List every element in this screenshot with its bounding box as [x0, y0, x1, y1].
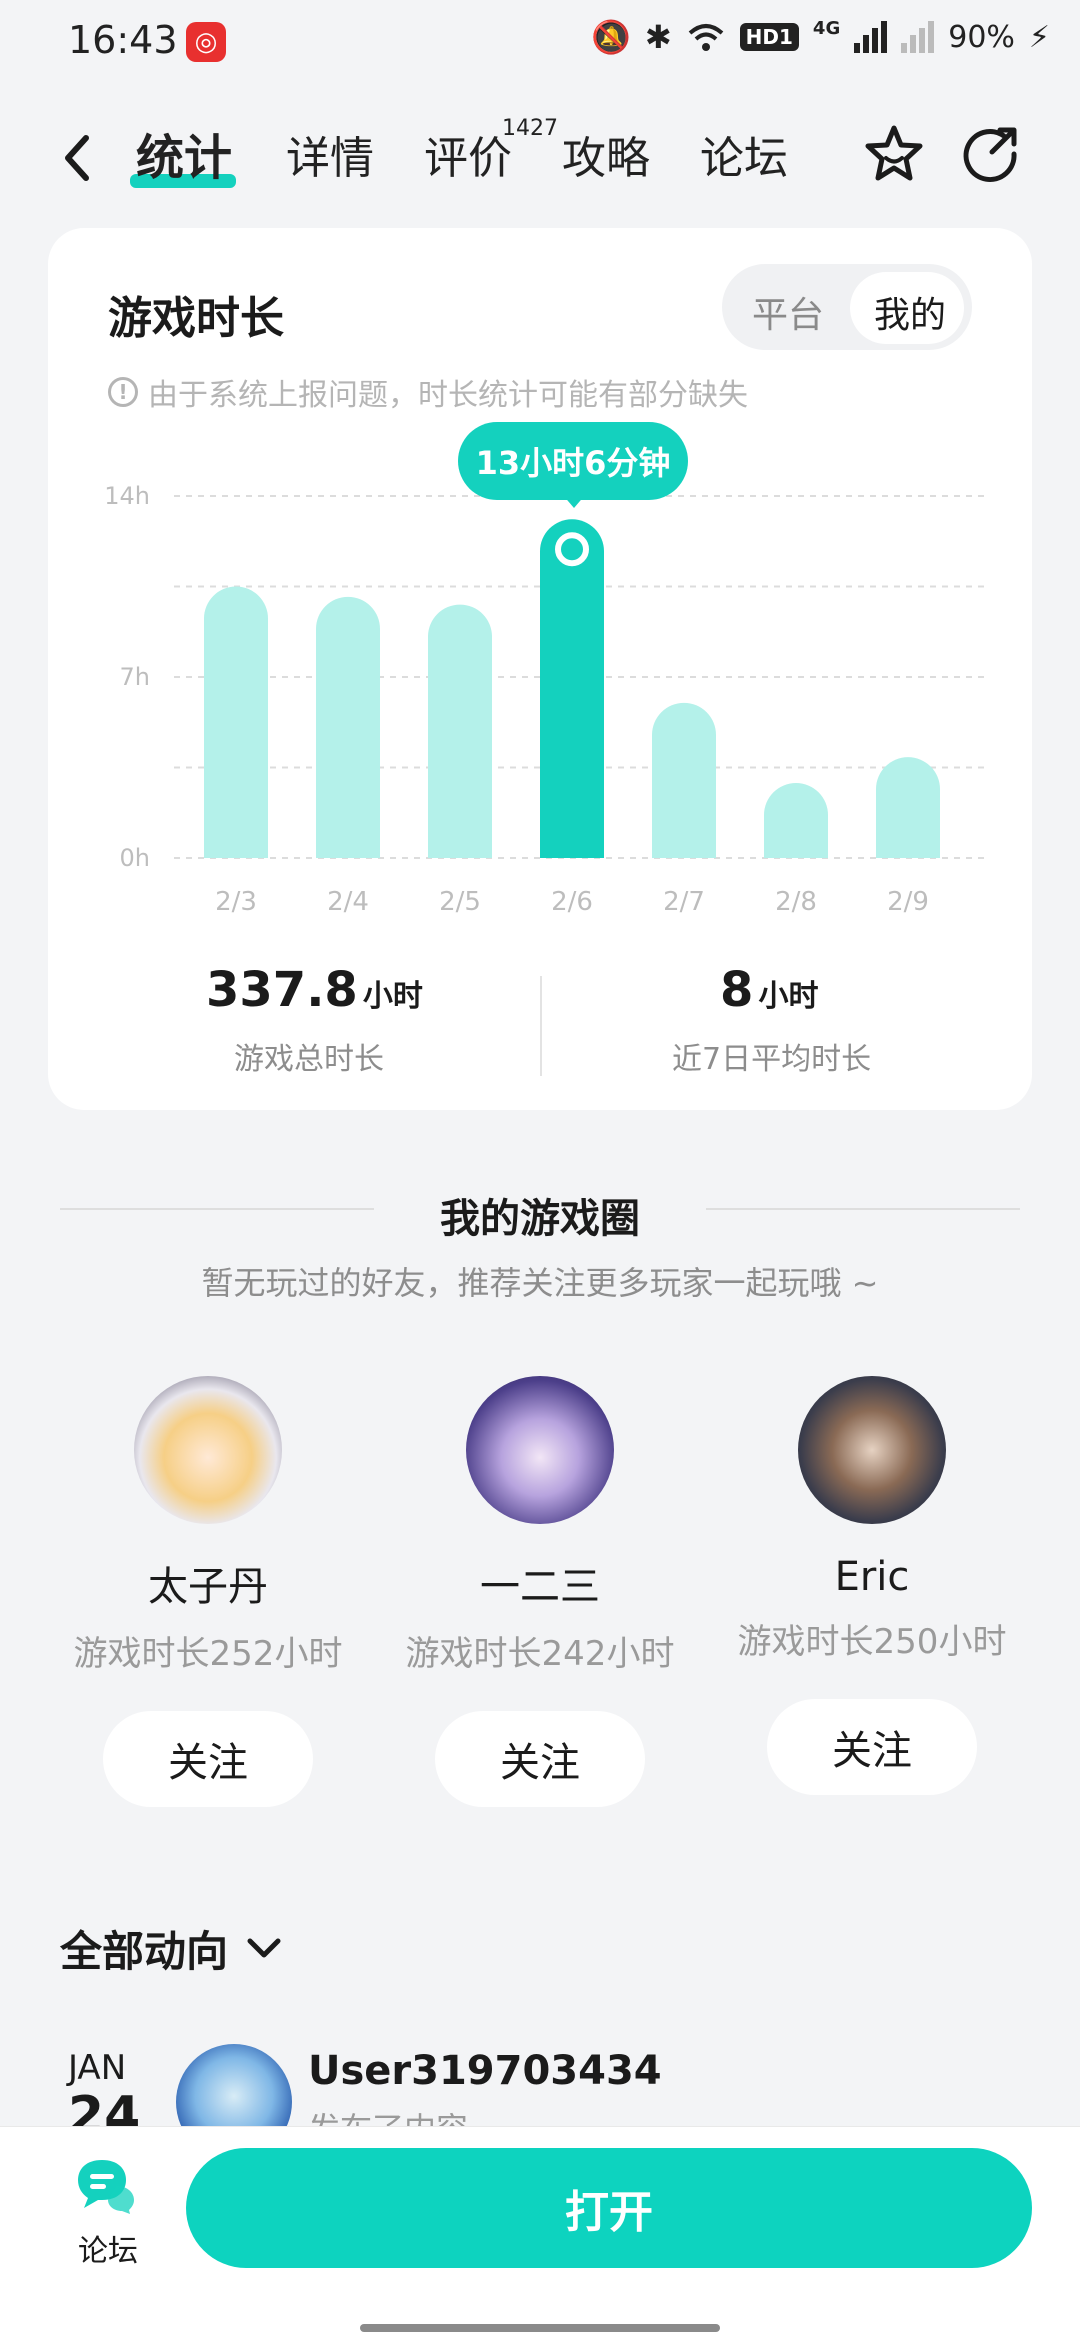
activity-title: 全部动向 — [60, 1927, 229, 1976]
forum-icon[interactable] — [74, 2156, 138, 2214]
home-indicator — [360, 2324, 720, 2332]
friend-card: Eric 游戏时长250小时 关注 — [702, 1376, 1042, 1795]
avatar[interactable] — [466, 1376, 614, 1524]
friend-name[interactable]: Eric — [702, 1554, 1042, 1600]
bar[interactable] — [764, 783, 828, 858]
bar[interactable] — [652, 702, 716, 858]
x-tick-label: 2/9 — [887, 887, 929, 917]
battery-level: 90% — [948, 19, 1015, 55]
x-tick-label: 2/7 — [663, 887, 705, 917]
card-title: 游戏时长 — [108, 293, 284, 344]
network-label: 4G — [812, 18, 841, 39]
avatar[interactable] — [798, 1376, 946, 1524]
bar[interactable] — [316, 596, 380, 858]
bar-highlight[interactable] — [540, 519, 604, 858]
stat-divider — [540, 976, 542, 1076]
x-tick-label: 2/4 — [327, 887, 369, 917]
chevron-down-icon — [247, 1938, 281, 1957]
avatar[interactable] — [134, 1376, 282, 1524]
x-tick-label: 2/6 — [551, 887, 593, 917]
signal-icon — [854, 21, 888, 53]
tab-guides[interactable]: 攻略 — [562, 122, 650, 186]
notice-text: 由于系统上报问题，时长统计可能有部分缺失 — [148, 378, 748, 413]
netease-music-icon: ◎ — [186, 22, 226, 62]
friend-hours: 游戏时长250小时 — [737, 1622, 1007, 1662]
chart-tooltip: 13小时6分钟 — [458, 422, 688, 500]
hd-badge: HD1 — [739, 23, 799, 51]
segment-mine[interactable]: 我的 — [874, 286, 946, 338]
average-label: 近7日平均时长 — [672, 1042, 872, 1077]
tab-details[interactable]: 详情 — [286, 122, 374, 186]
circle-subtitle: 暂无玩过的好友，推荐关注更多玩家一起玩哦 ~ — [201, 1264, 879, 1302]
signal-2-icon — [901, 21, 935, 53]
x-tick-label: 2/8 — [775, 887, 817, 917]
bar[interactable] — [876, 757, 940, 858]
bar[interactable] — [428, 604, 492, 858]
y-tick-label: 14h — [104, 482, 150, 510]
notice: ! 由于系统上报问题，时长统计可能有部分缺失 — [108, 370, 748, 414]
bar[interactable] — [204, 586, 268, 859]
tab-stats[interactable]: 统计 — [136, 118, 232, 188]
average-stat: 8 小时 — [720, 962, 819, 1018]
tooltip-tail — [562, 494, 586, 508]
charging-icon: ⚡ — [1028, 19, 1050, 55]
wifi-icon — [688, 24, 723, 51]
circle-title: 我的游戏圈 — [440, 1196, 640, 1242]
follow-button[interactable]: 关注 — [435, 1711, 645, 1807]
open-button[interactable]: 打开 — [186, 2148, 1032, 2268]
friend-name[interactable]: 太子丹 — [38, 1554, 378, 1612]
segment-platform[interactable]: 平台 — [752, 286, 824, 338]
friend-card: 太子丹 游戏时长252小时 关注 — [38, 1376, 378, 1807]
status-icons: 🔕 ✱ HD1 4G 90% ⚡ — [591, 18, 1050, 56]
total-unit: 小时 — [362, 979, 423, 1014]
x-tick-label: 2/3 — [215, 887, 257, 917]
y-tick-label: 7h — [120, 663, 150, 691]
status-time: 16:43 — [68, 18, 178, 62]
favorite-star-icon[interactable] — [862, 122, 926, 186]
bluetooth-icon: ✱ — [644, 18, 672, 56]
info-icon: ! — [108, 377, 138, 407]
total-label: 游戏总时长 — [234, 1042, 384, 1077]
mute-bell-icon: 🔕 — [591, 18, 631, 56]
post-username[interactable]: User319703434 — [308, 2048, 662, 2094]
friend-card: 一二三 游戏时长242小时 关注 — [370, 1376, 710, 1807]
friend-hours: 游戏时长252小时 — [73, 1634, 343, 1674]
average-value: 8 — [720, 962, 754, 1018]
friend-hours: 游戏时长242小时 — [405, 1634, 675, 1674]
total-value: 337.8 — [206, 962, 358, 1018]
activity-filter[interactable]: 全部动向 — [60, 1918, 282, 1979]
review-count-badge: 1427 — [502, 116, 558, 141]
back-icon[interactable] — [56, 128, 100, 188]
average-unit: 小时 — [758, 979, 819, 1014]
x-tick-label: 2/5 — [439, 887, 481, 917]
total-stat: 337.8 小时 — [206, 962, 423, 1018]
tab-reviews[interactable]: 评价 — [424, 122, 512, 186]
forum-label[interactable]: 论坛 — [78, 2226, 138, 2270]
friend-name[interactable]: 一二三 — [370, 1554, 710, 1612]
follow-button[interactable]: 关注 — [103, 1711, 313, 1807]
tab-forum[interactable]: 论坛 — [700, 122, 788, 186]
share-icon[interactable] — [958, 122, 1022, 186]
post-month: JAN — [68, 2048, 127, 2088]
y-tick-label: 0h — [120, 844, 150, 872]
follow-button[interactable]: 关注 — [767, 1699, 977, 1795]
